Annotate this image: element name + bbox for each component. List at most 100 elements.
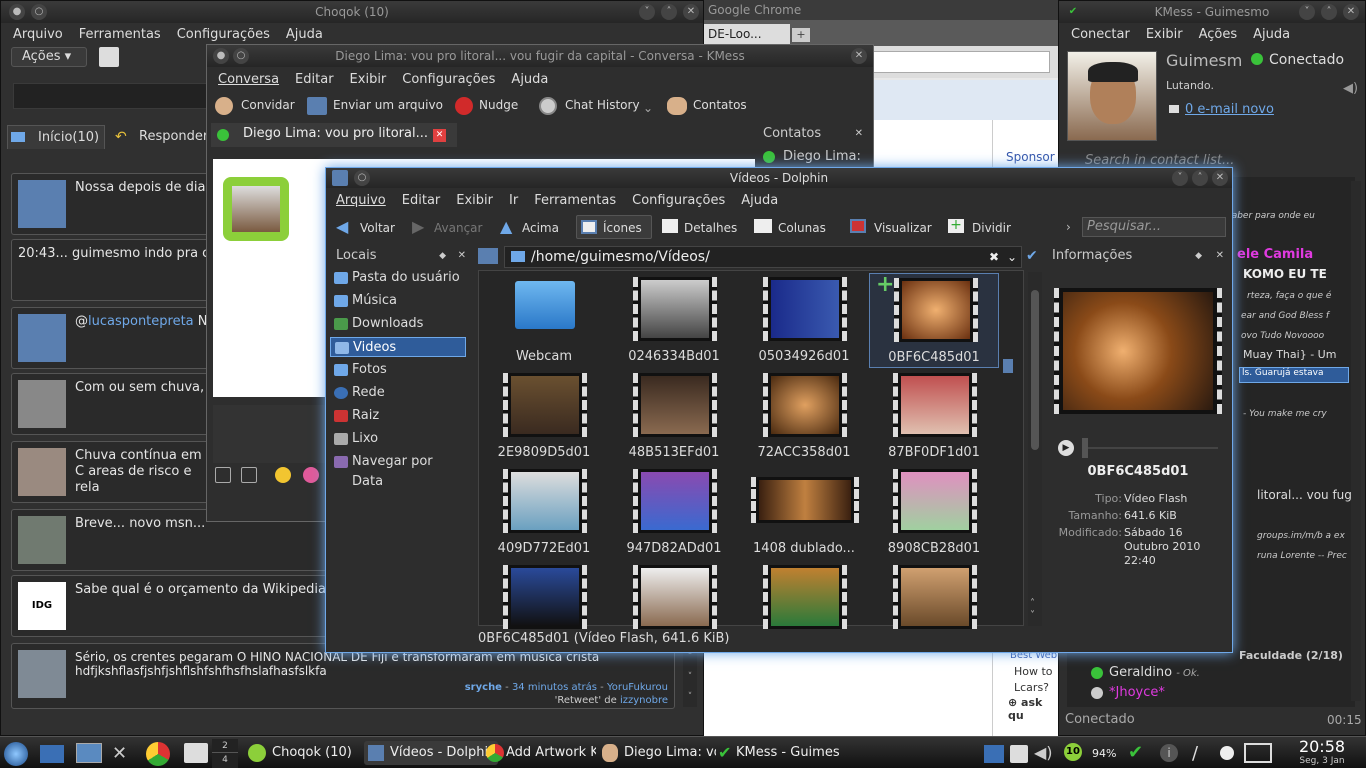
- contact-item[interactable]: Geraldino - Ok.: [1109, 665, 1200, 680]
- back-button[interactable]: Voltar: [360, 221, 395, 235]
- scroll-arrows-icon[interactable]: ˄ ˅: [1030, 598, 1035, 622]
- menu-exibir[interactable]: Exibir: [342, 69, 395, 90]
- minimize-icon[interactable]: ˅: [639, 4, 655, 20]
- tweet-time-link[interactable]: 34 minutos atrás: [512, 682, 597, 693]
- pager-desktop[interactable]: 4: [222, 755, 228, 765]
- float-panel-icon[interactable]: ◆: [1195, 246, 1202, 266]
- close-icon[interactable]: ✕: [683, 4, 699, 20]
- clear-location-icon[interactable]: ✖: [989, 247, 999, 267]
- file-item[interactable]: 05034926d01: [739, 273, 869, 368]
- task-kmess-main[interactable]: ✔ KMess - Guimes: [716, 741, 840, 765]
- mention-link[interactable]: lucaspontepreta: [88, 314, 194, 329]
- chat-history-button[interactable]: Chat History: [565, 98, 640, 112]
- close-icon[interactable]: ✕: [1212, 170, 1228, 186]
- menu-ir[interactable]: Ir: [501, 190, 526, 211]
- menu-ajuda[interactable]: Ajuda: [733, 190, 786, 211]
- pager-desktop[interactable]: 2: [222, 741, 228, 751]
- split-button[interactable]: Dividir: [972, 221, 1011, 235]
- menu-exibir[interactable]: Exibir: [1138, 24, 1191, 45]
- file-item[interactable]: 48B513EFd01: [609, 369, 739, 464]
- menu-configuracoes[interactable]: Configurações: [394, 69, 503, 90]
- send-file-button[interactable]: Enviar um arquivo: [333, 98, 443, 112]
- contact-picture[interactable]: [232, 186, 280, 232]
- menu-arquivo[interactable]: Arquivo: [328, 190, 394, 211]
- chat-titlebar[interactable]: Diego Lima: vou pro litoral... vou fugir…: [207, 45, 873, 67]
- ask-link[interactable]: ⊕ ask qu: [1008, 696, 1060, 722]
- desktop-pager[interactable]: 2 4: [212, 739, 238, 768]
- close-tab-icon[interactable]: ✕: [433, 129, 446, 142]
- float-panel-icon[interactable]: ◆: [439, 246, 446, 266]
- tweet-client-link[interactable]: YoruFukurou: [607, 682, 668, 693]
- menu-ajuda[interactable]: Ajuda: [1245, 24, 1298, 45]
- chrome-tab[interactable]: DE-Loo...: [704, 24, 790, 46]
- menu-configuracoes[interactable]: Configurações: [169, 24, 278, 45]
- display-name[interactable]: Guimesm: [1166, 51, 1242, 70]
- select-toggle-icon[interactable]: +: [876, 272, 894, 297]
- more-tools-icon[interactable]: ›: [1066, 220, 1071, 234]
- minimize-icon[interactable]: ˅: [1172, 170, 1188, 186]
- font-icon[interactable]: [215, 467, 231, 483]
- nudge-button[interactable]: Nudge: [479, 98, 518, 112]
- menu-acoes[interactable]: Ações: [1191, 24, 1246, 45]
- monitor-icon[interactable]: [76, 743, 102, 763]
- pin-icon[interactable]: ○: [31, 4, 47, 20]
- status-selector[interactable]: Conectado: [1269, 52, 1344, 68]
- menu-configuracoes[interactable]: Configurações: [624, 190, 733, 211]
- place-photos[interactable]: Fotos: [330, 360, 466, 380]
- scrollbar-thumb[interactable]: [1031, 290, 1039, 450]
- file-item[interactable]: [739, 561, 869, 652]
- kde-menu-icon[interactable]: [4, 742, 28, 766]
- close-panel-icon[interactable]: ✕: [1216, 246, 1224, 266]
- menu-editar[interactable]: Editar: [287, 69, 342, 90]
- settings-icon[interactable]: ✕: [112, 743, 136, 765]
- tweet-user-link[interactable]: sryche: [465, 682, 502, 693]
- contact-item[interactable]: Diego Lima:: [783, 149, 861, 164]
- chevron-down-icon[interactable]: ⌄: [1007, 247, 1017, 267]
- place-root[interactable]: Raiz: [330, 406, 466, 426]
- file-item[interactable]: 947D82ADd01: [609, 465, 739, 560]
- scrollbar[interactable]: ˄ ˅: [1028, 272, 1042, 626]
- file-item-selected[interactable]: +0BF6C485d01: [869, 272, 999, 368]
- file-item[interactable]: 2E9809D5d01: [479, 369, 609, 464]
- contacts-button[interactable]: Contatos: [693, 98, 747, 112]
- contact-snippet-selected[interactable]: ls. Guarujá estava: [1239, 367, 1349, 383]
- place-videos[interactable]: Videos: [330, 337, 466, 357]
- file-item[interactable]: 8908CB28d01: [869, 465, 999, 560]
- group-header[interactable]: Faculdade (2/18): [1239, 649, 1343, 662]
- maximize-icon[interactable]: ˄: [1192, 170, 1208, 186]
- window-menu-icon[interactable]: ●: [9, 4, 25, 20]
- compose-icon[interactable]: [99, 47, 119, 67]
- status-dot-icon[interactable]: [1220, 746, 1234, 760]
- location-bar[interactable]: /home/guimesmo/Vídeos/ ✖ ⌄: [504, 246, 1022, 268]
- chat-tab[interactable]: Diego Lima: vou pro litoral...: [211, 123, 457, 147]
- choqok-tray-icon[interactable]: 10: [1064, 743, 1082, 761]
- menu-ferramentas[interactable]: Ferramentas: [71, 24, 169, 45]
- task-dolphin[interactable]: Vídeos - Dolphin: [364, 741, 498, 765]
- clipboard-icon[interactable]: [1010, 745, 1028, 763]
- menu-editar[interactable]: Editar: [394, 190, 449, 211]
- seek-slider[interactable]: [1088, 447, 1218, 449]
- chevron-down-icon[interactable]: ⌄: [643, 101, 653, 115]
- avatar[interactable]: [1067, 51, 1157, 141]
- dolphin-app-icon[interactable]: [332, 170, 348, 186]
- brush-icon[interactable]: [241, 467, 257, 483]
- chrome-titlebar[interactable]: Google Chrome: [704, 0, 1060, 20]
- file-item[interactable]: 0246334Bd01: [609, 273, 739, 368]
- close-panel-icon[interactable]: ✕: [855, 123, 863, 145]
- info-icon[interactable]: i: [1160, 744, 1178, 762]
- accept-location-icon[interactable]: ✔: [1026, 248, 1038, 264]
- choqok-titlebar[interactable]: Choqok (10): [1, 1, 703, 23]
- file-item[interactable]: 72ACC358d01: [739, 369, 869, 464]
- search-input[interactable]: Pesquisar...: [1082, 217, 1226, 237]
- mail-icon[interactable]: [40, 745, 64, 763]
- invite-button[interactable]: Convidar: [241, 98, 295, 112]
- menu-ferramentas[interactable]: Ferramentas: [526, 190, 624, 211]
- task-choqok[interactable]: Choqok (10): [246, 741, 360, 765]
- maximize-icon[interactable]: ˄: [661, 4, 677, 20]
- pin-icon[interactable]: ○: [233, 48, 249, 64]
- custom-emoticon-icon[interactable]: [303, 467, 319, 483]
- retweet-user-link[interactable]: izzynobre: [620, 695, 668, 706]
- up-button[interactable]: Acima: [522, 221, 559, 235]
- scrollbar[interactable]: [1351, 181, 1361, 701]
- menu-ajuda[interactable]: Ajuda: [278, 24, 331, 45]
